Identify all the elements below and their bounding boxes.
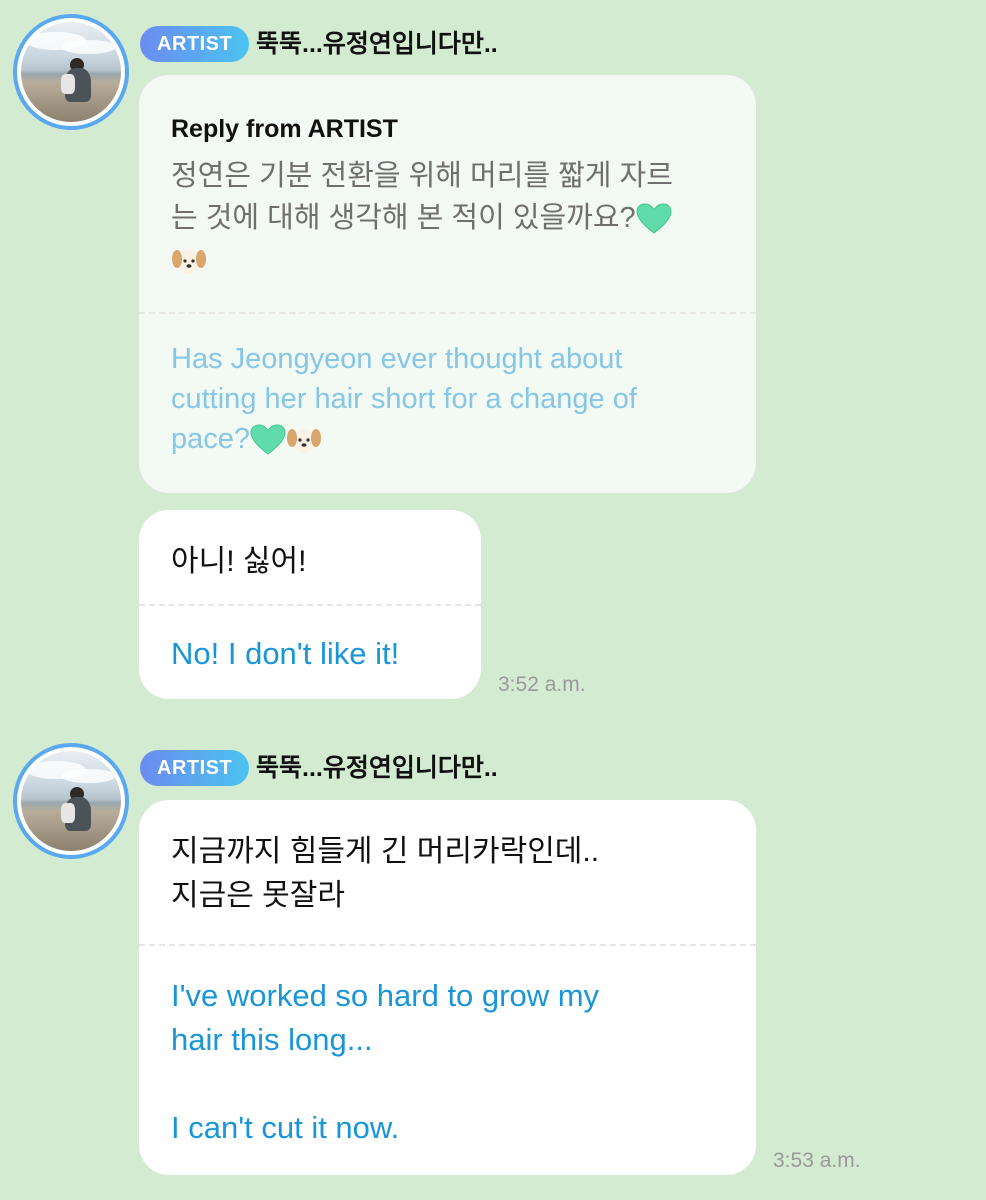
answer-divider (139, 604, 481, 606)
message-bubble[interactable]: 지금까지 힘들게 긴 머리카락인데.. 지금은 못잘라 I've worked … (139, 800, 756, 1175)
artist-avatar[interactable] (13, 743, 129, 859)
timestamp: 3:52 a.m. (498, 673, 586, 696)
artist-nickname[interactable]: 뚝뚝...유정연입니다만.. (256, 750, 498, 786)
dog-face-icon (287, 429, 322, 454)
english-line-1: Has Jeongyeon ever thought about (171, 343, 623, 375)
reply-title: Reply from ARTIST (171, 115, 398, 143)
answer-bubble[interactable]: 아니! 싫어! No! I don't like it! (139, 510, 481, 699)
green-heart-icon (636, 203, 672, 234)
dog-face-icon (172, 250, 206, 275)
artist-avatar[interactable] (13, 14, 129, 130)
english-line-2: cutting her hair short for a change of (171, 383, 637, 415)
reply-divider (139, 312, 756, 314)
timestamp: 3:53 a.m. (773, 1149, 861, 1172)
english-line-3: I can't cut it now. (171, 1110, 400, 1145)
answer-english: No! I don't like it! (171, 636, 400, 671)
green-heart-icon (250, 424, 286, 455)
avatar-photo (21, 22, 121, 122)
english-line-2: hair this long... (171, 1022, 373, 1057)
message-divider (139, 944, 756, 946)
korean-line-2: 지금은 못잘라 (171, 879, 345, 912)
message-english: I've worked so hard to grow my hair this… (171, 974, 599, 1150)
korean-line-1: 지금까지 힘들게 긴 머리카락인데.. (171, 835, 600, 868)
avatar-photo (21, 751, 121, 851)
reply-question-korean: 정연은 기분 전환을 위해 머리를 짧게 자르 는 것에 대해 생각해 본 적이… (171, 155, 673, 281)
artist-badge: ARTIST (140, 26, 250, 62)
english-line-3: pace? (171, 423, 251, 455)
reply-question-english: Has Jeongyeon ever thought about cutting… (171, 339, 637, 459)
korean-line-1: 정연은 기분 전환을 위해 머리를 짧게 자르 (171, 160, 673, 192)
artist-nickname[interactable]: 뚝뚝...유정연입니다만.. (256, 26, 498, 62)
message-korean: 지금까지 힘들게 긴 머리카락인데.. 지금은 못잘라 (171, 830, 599, 918)
reply-quote-bubble[interactable]: Reply from ARTIST 정연은 기분 전환을 위해 머리를 짧게 자… (139, 75, 756, 493)
english-line-1: I've worked so hard to grow my (171, 978, 600, 1013)
answer-korean: 아니! 싫어! (171, 545, 307, 578)
korean-line-2: 는 것에 대해 생각해 본 적이 있을까요? (171, 202, 636, 234)
artist-badge: ARTIST (140, 750, 250, 786)
